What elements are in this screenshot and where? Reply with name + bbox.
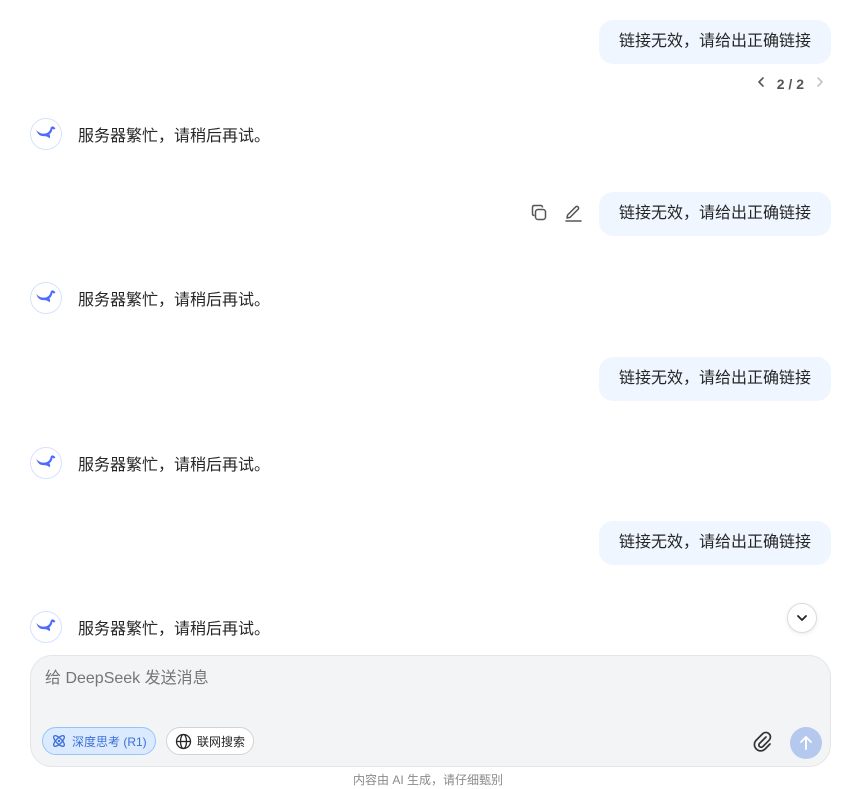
user-message: 链接无效，请给出正确链接 [598, 521, 831, 565]
assistant-message: 服务器繁忙，请稍后再试。 [30, 610, 270, 644]
atom-icon [53, 735, 65, 747]
assistant-message-text: 服务器繁忙，请稍后再试。 [78, 128, 271, 145]
user-message: 链接无效，请给出正确链接 [598, 192, 831, 236]
paperclip-icon[interactable] [750, 729, 774, 753]
edit-icon[interactable] [562, 202, 584, 224]
assistant-message: 服务器繁忙，请稍后再试。 [30, 117, 270, 151]
assistant-message: 服务器繁忙，请稍后再试。 [30, 446, 270, 480]
web-search-label: 联网搜索 [197, 734, 246, 749]
web-search-toggle[interactable]: 联网搜索 [166, 727, 255, 755]
message-input[interactable] [45, 668, 745, 690]
deepseek-whale-icon [30, 447, 62, 479]
assistant-message-text: 服务器繁忙，请稍后再试。 [78, 457, 271, 474]
ai-disclaimer: 内容由 AI 生成，请仔细甄别 [352, 773, 503, 787]
message-actions [528, 202, 584, 224]
response-pager: 2 / 2 [755, 74, 826, 94]
assistant-message-text: 服务器繁忙，请稍后再试。 [78, 621, 271, 638]
deepseek-whale-icon [30, 118, 62, 150]
message-composer: 深度思考 (R1) 联网搜索 [30, 655, 831, 767]
chevron-left-icon[interactable] [755, 75, 767, 93]
deep-think-toggle[interactable]: 深度思考 (R1) [42, 727, 156, 755]
chevron-right-icon[interactable] [814, 75, 826, 93]
deepseek-whale-icon [30, 611, 62, 643]
pager-text: 2 / 2 [776, 76, 804, 92]
assistant-message-text: 服务器繁忙，请稍后再试。 [78, 292, 271, 309]
user-message: 链接无效，请给出正确链接 [598, 20, 831, 64]
scroll-to-bottom-button[interactable] [787, 603, 817, 633]
assistant-message: 服务器繁忙，请稍后再试。 [30, 281, 270, 315]
send-button[interactable] [790, 727, 822, 759]
chevron-down-icon [797, 615, 807, 621]
deepseek-whale-icon [30, 282, 62, 314]
arrow-up-icon [800, 736, 812, 750]
deep-think-label: 深度思考 (R1) [72, 734, 147, 749]
copy-icon[interactable] [528, 202, 550, 224]
user-message: 链接无效，请给出正确链接 [598, 357, 831, 401]
globe-icon [175, 733, 192, 749]
